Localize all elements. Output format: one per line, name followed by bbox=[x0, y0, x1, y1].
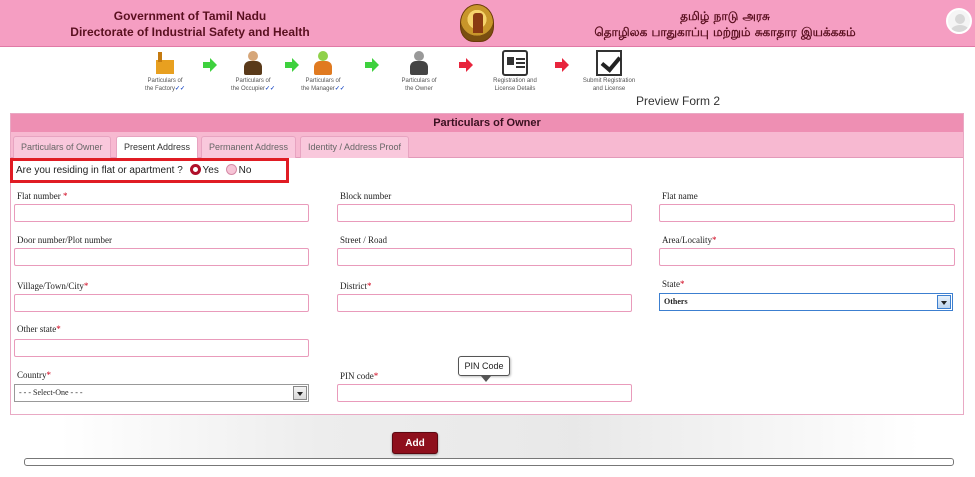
header-tamil-line1: தமிழ் நாடு அரசு bbox=[680, 9, 770, 23]
apartment-question: Are you residing in flat or apartment ? … bbox=[10, 158, 289, 183]
manager-icon bbox=[310, 50, 336, 76]
block-number-label: Block number bbox=[340, 191, 392, 201]
step-label: Submit Registration and License bbox=[582, 78, 636, 92]
arrow-right-green-icon bbox=[203, 58, 217, 72]
village-label: Village/Town/City* bbox=[17, 281, 89, 291]
occupier-icon bbox=[240, 50, 266, 76]
arrow-right-green-icon bbox=[365, 58, 379, 72]
flat-number-input[interactable] bbox=[14, 204, 309, 222]
country-selected-value: - - - Select-One - - - bbox=[19, 388, 83, 397]
country-select[interactable]: - - - Select-One - - - bbox=[14, 384, 309, 402]
block-number-input[interactable] bbox=[337, 204, 632, 222]
header-tamil-line2: தொழிலக பாதுகாப்பு மற்றும் சுகாதார இயக்கக… bbox=[594, 25, 856, 39]
pin-code-input[interactable] bbox=[337, 384, 632, 402]
tab-permanent-address[interactable]: Permanent Address bbox=[201, 136, 297, 158]
owner-icon bbox=[406, 50, 432, 76]
page-header: Government of Tamil Nadu Directorate of … bbox=[0, 0, 975, 47]
step-label: Particulars of the Manager✓✓ bbox=[301, 78, 345, 92]
horizontal-scrollbar[interactable] bbox=[24, 458, 954, 466]
district-input[interactable] bbox=[337, 294, 632, 312]
tab-particulars-of-owner[interactable]: Particulars of Owner bbox=[13, 136, 111, 158]
step-manager[interactable]: Particulars of the Manager✓✓ bbox=[293, 50, 353, 93]
registration-steps: Particulars of the Factory✓✓ Particulars … bbox=[135, 50, 655, 100]
other-state-label: Other state* bbox=[17, 324, 61, 334]
door-number-input[interactable] bbox=[14, 248, 309, 266]
pin-code-label: PIN code* bbox=[340, 371, 379, 381]
user-avatar-icon[interactable] bbox=[946, 8, 972, 34]
panel-title: Particulars of Owner bbox=[11, 114, 963, 132]
check-icon: ✓✓ bbox=[174, 86, 186, 92]
radio-yes-label: Yes bbox=[202, 165, 219, 176]
radio-no-label: No bbox=[238, 165, 252, 176]
state-select[interactable]: Others bbox=[659, 293, 953, 311]
village-input[interactable] bbox=[14, 294, 309, 312]
step-owner[interactable]: Particulars of the Owner bbox=[389, 50, 449, 93]
step-label: Particulars of the Owner bbox=[401, 78, 437, 92]
country-label: Country* bbox=[17, 370, 52, 380]
chevron-down-icon[interactable] bbox=[937, 295, 951, 309]
check-icon: ✓✓ bbox=[264, 86, 276, 92]
preview-form-label[interactable]: Preview Form 2 bbox=[636, 94, 720, 108]
step-label: Particulars of the Factory✓✓ bbox=[144, 78, 186, 92]
step-submit[interactable]: Submit Registration and License bbox=[579, 50, 639, 93]
apartment-question-text: Are you residing in flat or apartment ? bbox=[16, 165, 183, 176]
arrow-right-red-icon bbox=[459, 58, 473, 72]
pin-code-tooltip: PIN Code bbox=[458, 356, 510, 382]
step-factory[interactable]: Particulars of the Factory✓✓ bbox=[135, 50, 195, 93]
chevron-down-icon[interactable] bbox=[293, 386, 307, 400]
state-selected-value: Others bbox=[664, 297, 688, 306]
tab-bar: Particulars of Owner Present Address Per… bbox=[11, 132, 963, 159]
flat-number-label: Flat number * bbox=[17, 191, 68, 201]
street-label: Street / Road bbox=[340, 235, 387, 245]
header-directorate-text: Directorate of Industrial Safety and Hea… bbox=[70, 25, 310, 39]
other-state-input[interactable] bbox=[14, 339, 309, 357]
step-occupier[interactable]: Particulars of the Occupier✓✓ bbox=[223, 50, 283, 93]
flat-name-input[interactable] bbox=[659, 204, 955, 222]
header-tamil-title: தமிழ் நாடு அரசு தொழிலக பாதுகாப்பு மற்றும… bbox=[560, 8, 890, 40]
flat-name-label: Flat name bbox=[662, 191, 698, 201]
tab-identity-address-proof[interactable]: Identity / Address Proof bbox=[300, 136, 410, 158]
arrow-right-red-icon bbox=[555, 58, 569, 72]
state-label: State* bbox=[662, 279, 685, 289]
submit-check-icon bbox=[596, 50, 622, 76]
area-label: Area/Locality* bbox=[662, 235, 717, 245]
id-card-icon bbox=[502, 50, 528, 76]
factory-icon bbox=[152, 50, 178, 76]
radio-yes[interactable] bbox=[189, 164, 201, 175]
street-input[interactable] bbox=[337, 248, 632, 266]
step-registration[interactable]: Registration and License Details bbox=[485, 50, 545, 93]
radio-no[interactable] bbox=[225, 164, 237, 175]
header-english-title: Government of Tamil Nadu Directorate of … bbox=[60, 8, 320, 40]
check-icon: ✓✓ bbox=[334, 86, 345, 92]
step-label: Particulars of the Occupier✓✓ bbox=[230, 78, 276, 92]
add-button[interactable]: Add bbox=[392, 432, 438, 454]
step-label: Registration and License Details bbox=[493, 78, 537, 92]
tab-present-address[interactable]: Present Address bbox=[116, 136, 199, 159]
tamil-nadu-emblem-icon bbox=[460, 4, 494, 42]
header-government-text: Government of Tamil Nadu bbox=[113, 9, 267, 23]
door-number-label: Door number/Plot number bbox=[17, 235, 112, 245]
district-label: District* bbox=[340, 281, 372, 291]
area-input[interactable] bbox=[659, 248, 955, 266]
